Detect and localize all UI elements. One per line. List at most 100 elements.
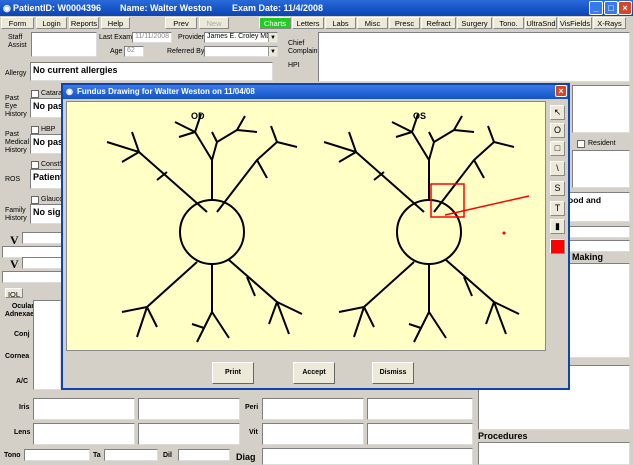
- fundus-drawing-dialog: ◉ Fundus Drawing for Walter Weston on 11…: [61, 83, 570, 390]
- vision-field-2b[interactable]: [2, 271, 63, 283]
- maximize-icon[interactable]: □: [604, 1, 618, 15]
- line-icon[interactable]: \: [550, 161, 565, 176]
- vit-os-field[interactable]: [367, 423, 473, 445]
- past-medical-history-field[interactable]: No pas: [30, 134, 63, 154]
- minimize-icon[interactable]: _: [589, 1, 603, 15]
- dil-field[interactable]: [178, 449, 230, 461]
- chevron-down-icon[interactable]: ▼: [268, 47, 277, 56]
- os-vessels: [323, 113, 520, 343]
- hbp-label: HBP: [41, 126, 56, 133]
- accept-button[interactable]: Accept: [293, 362, 335, 384]
- provider-select[interactable]: James E. Croley MD ▼: [204, 32, 278, 43]
- hpi-label: HPI: [288, 62, 300, 69]
- family-history-field[interactable]: No sig: [30, 204, 63, 224]
- right-notes-field[interactable]: ood and: [565, 192, 630, 222]
- od-vessels: [106, 113, 303, 343]
- age-field[interactable]: 62: [124, 46, 144, 57]
- text-icon[interactable]: T: [550, 201, 565, 216]
- trash-icon[interactable]: ▮: [550, 219, 565, 234]
- eye-app-icon: ◉: [3, 3, 11, 13]
- hbp-checkbox[interactable]: [31, 126, 39, 134]
- tono-label: Tono: [4, 452, 21, 459]
- ta-field[interactable]: [104, 449, 158, 461]
- ros-label: ROS: [5, 176, 21, 183]
- dismiss-button[interactable]: Dismiss: [372, 362, 414, 384]
- reports-button[interactable]: Reports: [69, 17, 99, 29]
- iris-od-field[interactable]: [33, 398, 135, 420]
- tab-visfields[interactable]: VisFields: [558, 17, 592, 29]
- right-field-a[interactable]: [565, 226, 630, 238]
- chevron-down-icon[interactable]: ▼: [268, 33, 277, 42]
- fundus-canvas[interactable]: OD OS: [66, 101, 546, 351]
- vit-od-field[interactable]: [262, 423, 364, 445]
- allergy-field[interactable]: No current allergies: [30, 62, 273, 81]
- peri-od-field[interactable]: [262, 398, 364, 420]
- procedures-field[interactable]: [478, 442, 630, 465]
- iris-label: Iris: [19, 404, 30, 411]
- tab-ultrasnd[interactable]: UltraSnd: [525, 17, 557, 29]
- patient-id: PatientID: W0004396: [13, 3, 102, 13]
- cataract-checkbox[interactable]: [31, 90, 39, 98]
- login-button[interactable]: Login: [36, 17, 67, 29]
- vision-field-1a[interactable]: [22, 232, 63, 244]
- lens-os-field[interactable]: [138, 423, 240, 445]
- exam-left-column[interactable]: [33, 300, 61, 390]
- tab-labs[interactable]: Labs: [325, 17, 356, 29]
- tab-tono[interactable]: Tono.: [493, 17, 524, 29]
- staff-assist-field[interactable]: [31, 32, 97, 57]
- help-button[interactable]: Help: [101, 17, 130, 29]
- dialog-title: Fundus Drawing for Walter Weston on 11/0…: [77, 87, 255, 96]
- dil-label: Dil: [163, 452, 172, 459]
- app-title-bar: ◉ PatientID: W0004396 Name: Walter Westo…: [0, 0, 633, 16]
- close-icon[interactable]: ×: [618, 1, 632, 15]
- resident-checkbox[interactable]: [577, 140, 585, 148]
- diag-label: Diag: [236, 452, 256, 462]
- chief-complaint-field[interactable]: [318, 32, 630, 82]
- right-field-b[interactable]: [565, 240, 630, 252]
- family-history-label: Family History: [5, 207, 27, 222]
- dialog-title-bar: ◉ Fundus Drawing for Walter Weston on 11…: [63, 85, 568, 99]
- decision-making-field[interactable]: [565, 263, 630, 358]
- print-button[interactable]: Print: [212, 362, 254, 384]
- procedures-label: Procedures: [478, 431, 528, 441]
- glaucoma-checkbox[interactable]: [31, 196, 39, 204]
- iris-os-field[interactable]: [138, 398, 240, 420]
- circle-icon[interactable]: O: [550, 123, 565, 138]
- const-checkbox[interactable]: [31, 161, 39, 169]
- ros-field[interactable]: Patient: [30, 169, 63, 189]
- cornea-label: Cornea: [5, 353, 30, 360]
- iol-button[interactable]: IOL: [5, 288, 23, 298]
- past-eye-history-field[interactable]: No pas: [30, 98, 63, 118]
- tab-letters[interactable]: Letters: [292, 17, 324, 29]
- square-icon[interactable]: □: [550, 141, 565, 156]
- peri-os-field[interactable]: [367, 398, 473, 420]
- diag-field[interactable]: [262, 448, 473, 465]
- ac-label: A/C: [16, 378, 29, 385]
- arrow-icon[interactable]: ↖: [550, 105, 565, 120]
- fundus-drawing[interactable]: [67, 102, 547, 352]
- new-button[interactable]: New: [199, 17, 229, 29]
- referred-by-select[interactable]: ▼: [204, 46, 278, 57]
- form-button[interactable]: Form: [1, 17, 34, 29]
- tab-misc[interactable]: Misc: [357, 17, 388, 29]
- last-exam-field[interactable]: 11/11/2008: [132, 32, 172, 43]
- tab-refract[interactable]: Refract: [421, 17, 456, 29]
- lens-od-field[interactable]: [33, 423, 135, 445]
- vision-field-2a[interactable]: [22, 257, 63, 269]
- right-upper-field[interactable]: [572, 85, 630, 133]
- tono-field[interactable]: [24, 449, 90, 461]
- dialog-close-icon[interactable]: ×: [555, 85, 567, 97]
- tab-xrays[interactable]: X-Rays: [593, 17, 626, 29]
- tab-presc[interactable]: Presc: [389, 17, 420, 29]
- ta-label: Ta: [93, 452, 101, 459]
- decision-making-label: Making: [572, 252, 604, 262]
- tab-surgery[interactable]: Surgery: [457, 17, 492, 29]
- color-swatch[interactable]: [550, 239, 565, 254]
- tab-charts[interactable]: Charts: [259, 17, 291, 29]
- right-mid-field[interactable]: [572, 150, 630, 188]
- exam-date: Exam Date: 11/4/2008: [232, 3, 324, 13]
- ocular-adnexae-label: Ocular Adnexae: [4, 303, 34, 318]
- eye-app-icon: ◉: [66, 87, 73, 96]
- freehand-icon[interactable]: S: [550, 181, 565, 196]
- prev-button[interactable]: Prev: [165, 17, 197, 29]
